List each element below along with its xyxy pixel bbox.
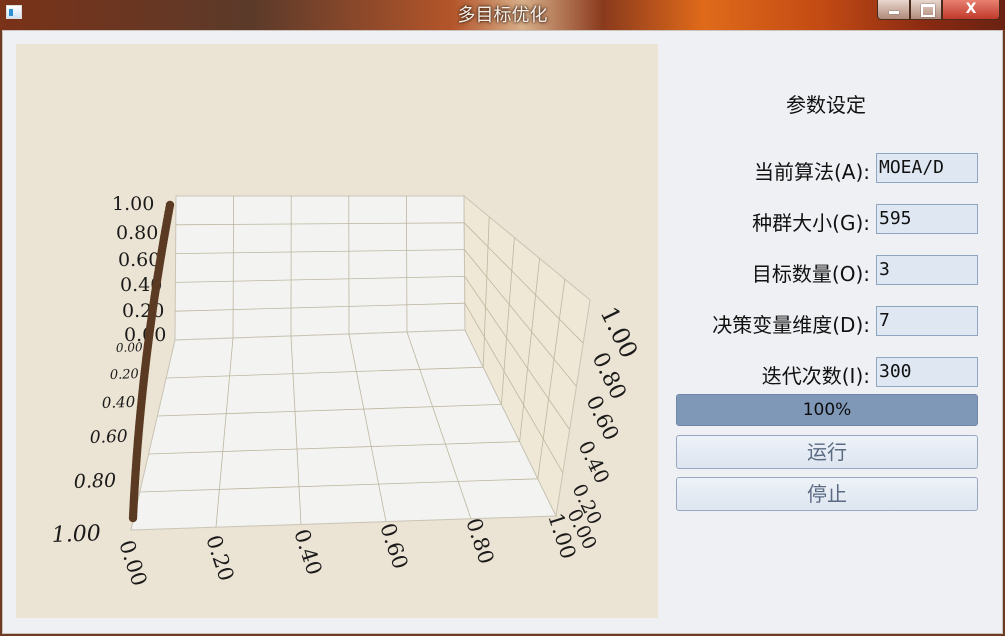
progress-text: 100%: [802, 400, 852, 420]
right-tick-label: 0.60: [582, 392, 624, 445]
minimize-button[interactable]: [877, 0, 910, 20]
y-tick-label: 1.00: [51, 521, 101, 548]
y-tick-label: 0.60: [89, 427, 128, 448]
y-tick-label: 0.20: [110, 367, 139, 383]
close-button[interactable]: X: [942, 0, 1000, 20]
decision-dimension-input[interactable]: 7: [876, 306, 978, 336]
iterations-label: 迭代次数(I):: [761, 364, 870, 388]
x-tick-label: 0.20: [201, 532, 238, 584]
pareto-point: [128, 513, 138, 523]
progress-bar: 100%: [676, 394, 978, 426]
stop-button[interactable]: 停止: [676, 477, 978, 511]
window-title: 多目标优化: [457, 5, 548, 26]
algorithm-input[interactable]: MOEA/D: [876, 153, 978, 183]
population-size-label: 种群大小(G):: [752, 211, 870, 235]
x-tick-label: 0.80: [461, 515, 498, 567]
z-tick-label: 0.60: [118, 249, 160, 271]
title-bar[interactable]: 多目标优化 X: [0, 0, 1005, 30]
y-tick-label: 0.80: [73, 470, 116, 493]
z-tick-label: 0.20: [122, 300, 164, 322]
algorithm-label: 当前算法(A):: [753, 160, 870, 184]
pareto-front-3d-chart: 1.000.800.600.400.200.001.000.800.600.40…: [51, 193, 643, 589]
objective-count-input[interactable]: 3: [876, 255, 978, 285]
decision-dimension-label: 决策变量维度(D):: [712, 313, 870, 337]
x-tick-label: 0.00: [114, 537, 151, 589]
maximize-button[interactable]: [910, 0, 942, 20]
run-button[interactable]: 运行: [676, 435, 978, 469]
population-size-input[interactable]: 595: [876, 204, 978, 234]
x-tick-label: 0.40: [289, 526, 326, 578]
y-tick-label: 0.00: [116, 340, 144, 355]
right-tick-label: 0.40: [574, 437, 615, 488]
z-tick-label: 0.80: [116, 222, 158, 244]
z-tick-label: 1.00: [112, 193, 154, 215]
settings-title: 参数设定: [786, 93, 866, 117]
back-pane: [174, 195, 466, 341]
iterations-input[interactable]: 300: [876, 357, 978, 387]
x-tick-label: 0.60: [375, 520, 412, 572]
objective-count-label: 目标数量(O):: [751, 262, 870, 286]
plot-area: 1.00 0.80 0.60 0.40 0.20 0.00 1.00 0.80 0.60 0.40…: [16, 44, 658, 618]
y-tick-label: 0.40: [102, 393, 136, 412]
